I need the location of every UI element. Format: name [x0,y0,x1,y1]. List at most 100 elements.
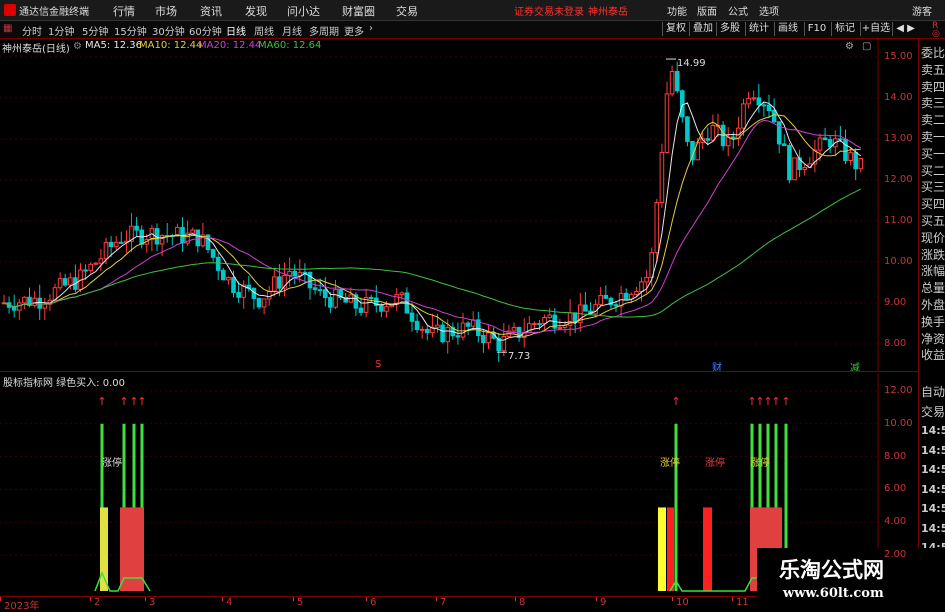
y-tick-label: 15.00 [884,51,913,62]
candle-body [384,306,389,312]
login-notice[interactable]: 证券交易未登录 [514,3,584,18]
settings-icon[interactable]: ⚙ [845,41,854,52]
candle-body [292,270,297,277]
more-chevron-icon[interactable]: › [369,23,373,34]
marker-s[interactable]: S [375,359,381,370]
y-tick-label: 9.00 [884,297,907,308]
candle-body [486,332,491,344]
x-tick-label: 8 [519,597,526,608]
sub-y-tick-label: 6.00 [884,483,907,495]
tab-30min[interactable]: 30分钟 [152,23,185,38]
candle-body [593,304,598,315]
limit-up-label: 涨停 [705,458,725,469]
candle-body [705,138,711,141]
candle-body [465,322,471,327]
menu-caifuquan[interactable]: 财富圈 [342,3,375,19]
low-price-label: 7.73 [508,351,531,362]
candle-body [32,297,37,306]
candle-body [399,292,405,296]
btn-zixuan[interactable]: +自选 [860,22,891,36]
candle-body [113,241,119,248]
app-logo-icon [4,4,16,16]
ma-settings-icon[interactable]: ⚙ [73,41,82,52]
candle-body [419,328,425,331]
x-tick-label: 5 [297,597,304,608]
trade-row-label: 交易 [921,404,945,419]
x-tick-label: 7 [440,597,447,608]
guest-label[interactable]: 游客 [912,3,932,18]
menu-gongshi[interactable]: 公式 [728,3,748,18]
candle-body [858,157,864,170]
zoom-icon[interactable]: ▢ [862,41,871,52]
period-toolbar: ▦ 分时 1分钟 5分钟 15分钟 30分钟 60分钟 日线 周线 月线 多周期… [0,21,945,39]
candle-body [644,276,649,283]
tab-5min[interactable]: 5分钟 [82,23,108,38]
candle-body [598,294,604,306]
candle-body [394,294,399,305]
menu-shichang[interactable]: 市场 [155,3,177,19]
btn-diejia[interactable]: 叠加 [689,22,716,36]
candle-body [221,269,226,281]
menu-hangqing[interactable]: 行情 [113,3,135,19]
tab-60min[interactable]: 60分钟 [189,23,222,38]
tab-15min[interactable]: 15分钟 [114,23,147,38]
menu-gongneng[interactable]: 功能 [667,3,687,18]
high-price-label: 14.99 [677,58,706,69]
candlestick-chart[interactable] [0,39,880,371]
candle-body [659,151,665,204]
buy-arrow-icon: ↑ [137,395,146,408]
tab-weekly[interactable]: 周线 [254,23,274,38]
tab-1min[interactable]: 1分钟 [48,23,74,38]
trade-row-label: 自动 [921,385,945,399]
candle-body [787,145,792,181]
signal-bar [667,507,674,591]
quote-row-label: 买二 [921,163,945,178]
candle-body [639,281,644,293]
candle-body [756,97,762,106]
candle-body [440,324,445,343]
candle-body [501,335,507,352]
menu-faxian[interactable]: 发现 [245,3,267,19]
btn-biaoji[interactable]: 标记 [831,22,858,36]
candle-body [710,125,716,141]
candle-body [613,304,619,307]
btn-tongji[interactable]: 统计 [745,22,772,36]
menu-xuanxiang[interactable]: 选项 [759,3,779,18]
tab-more[interactable]: 更多 [344,23,364,38]
menu-jiaoyi[interactable]: 交易 [396,3,418,19]
menu-wenxiaoda[interactable]: 问小达 [287,3,320,19]
candle-body [317,289,323,292]
x-tick-label: 11 [736,597,749,608]
candle-body [802,167,808,171]
candle-body [88,263,94,272]
btn-fuquan[interactable]: 复权 [662,22,689,36]
collapse-icon[interactable]: R ◎ [932,22,940,39]
menu-banmian[interactable]: 版面 [697,3,717,18]
y-tick-label: 13.00 [884,133,913,144]
indicator-chart[interactable]: ↑ ↑ ↑↑ ↑ ↑↑↑↑ ↑ [0,373,880,595]
btn-f10[interactable]: F10 [804,22,829,36]
candle-body [98,258,104,264]
btn-duogu[interactable]: 多股 [716,22,743,36]
tab-fenshi[interactable]: 分时 [22,23,42,38]
limit-up-label: 涨停 [750,458,770,469]
ad-title: 乐淘公式网 [779,558,884,582]
candle-body [537,323,542,326]
candle-body [603,294,609,299]
candle-body [583,304,588,312]
buy-arrow-icon: ↑ [119,395,128,408]
signal-bar [658,507,666,591]
buy-arrow-icon: ↑ [97,395,106,408]
tab-multi[interactable]: 多周期 [309,23,339,38]
nav-arrows-icon[interactable]: ◀ ▶ [892,22,918,36]
pane-divider [0,371,918,372]
tab-daily[interactable]: 日线 [226,23,246,38]
x-tick-label: 2023年 [4,601,40,612]
btn-huaxian[interactable]: 画线 [774,22,801,36]
tab-monthly[interactable]: 月线 [282,23,302,38]
menu-zixun[interactable]: 资讯 [200,3,222,19]
sub-y-tick-label: 8.00 [884,450,907,462]
quote-row-label: 收益 [921,348,945,363]
x-tick-label: 9 [600,597,607,608]
candle-body [511,326,517,332]
